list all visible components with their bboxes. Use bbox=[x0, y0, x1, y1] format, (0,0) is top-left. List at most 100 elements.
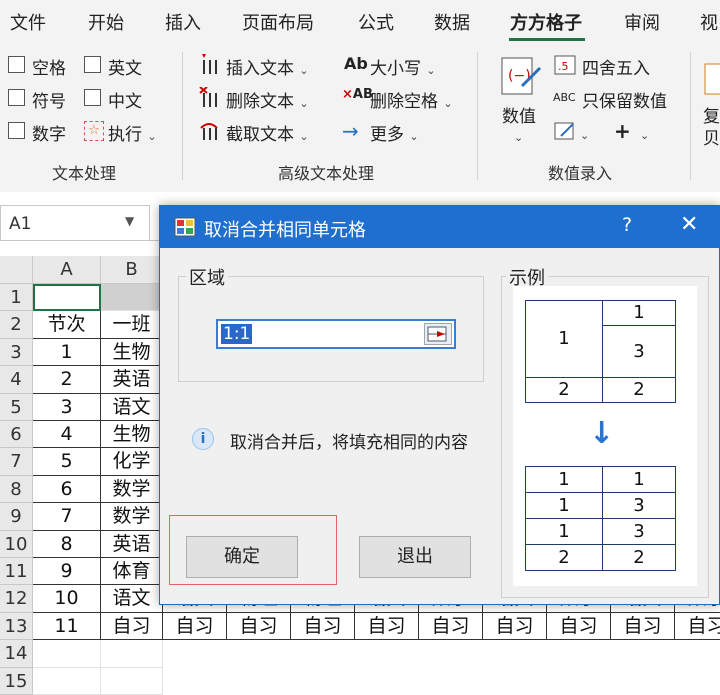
row-header-5[interactable]: 5 bbox=[0, 393, 33, 421]
edit-icon[interactable] bbox=[553, 120, 577, 142]
select-all-corner[interactable] bbox=[0, 256, 33, 284]
checkbox-english[interactable] bbox=[84, 56, 101, 73]
value-button[interactable]: 数值 bbox=[502, 102, 536, 127]
table-cell[interactable]: 化学 bbox=[101, 448, 163, 476]
table-cell[interactable]: 自习 bbox=[675, 613, 720, 641]
active-cell[interactable] bbox=[33, 284, 101, 312]
table-cell[interactable]: 生物 bbox=[101, 338, 163, 367]
table-cell[interactable]: 自习 bbox=[163, 612, 227, 641]
table-cell[interactable] bbox=[33, 667, 101, 695]
close-icon[interactable]: ✕ bbox=[680, 212, 698, 237]
table-cell[interactable] bbox=[101, 284, 163, 312]
table-cell[interactable]: 自习 bbox=[611, 612, 675, 641]
checkbox-symbol[interactable] bbox=[8, 89, 25, 106]
checkbox-number[interactable] bbox=[8, 122, 25, 139]
column-header-b[interactable]: B bbox=[101, 256, 163, 284]
column-header-a[interactable]: A bbox=[33, 256, 101, 284]
help-button[interactable]: ? bbox=[622, 214, 632, 236]
checkbox-symbol-label: 符号 bbox=[32, 92, 66, 112]
table-cell[interactable]: 10 bbox=[33, 585, 101, 613]
row-header-11[interactable]: 11 bbox=[0, 558, 33, 586]
table-cell[interactable]: 3 bbox=[33, 393, 101, 421]
tab-page-layout[interactable]: 页面布局 bbox=[242, 9, 314, 35]
checkbox-chinese[interactable] bbox=[84, 89, 101, 106]
tab-review[interactable]: 审阅 bbox=[624, 9, 660, 35]
dialog-title-bar[interactable]: 取消合并相同单元格 ? ✕ bbox=[160, 206, 719, 248]
row-header-13[interactable]: 13 bbox=[0, 612, 33, 641]
name-box[interactable]: A1 ▼ bbox=[0, 205, 150, 241]
table-cell[interactable]: 数学 bbox=[101, 503, 163, 531]
insert-text-button[interactable]: 插入文本 ⌄ bbox=[226, 54, 309, 79]
table-cell[interactable]: 自习 bbox=[291, 612, 355, 641]
range-input[interactable]: 1:1 bbox=[216, 319, 456, 349]
table-cell[interactable]: 语文 bbox=[101, 393, 163, 421]
row-header-4[interactable]: 4 bbox=[0, 366, 33, 394]
range-select-button[interactable] bbox=[424, 323, 452, 345]
checkbox-space-label: 空格 bbox=[32, 59, 66, 79]
table-cell[interactable]: 自习 bbox=[101, 612, 163, 641]
table-cell[interactable]: 4 bbox=[33, 421, 101, 449]
table-cell[interactable]: 自习 bbox=[483, 612, 547, 641]
tab-formulas[interactable]: 公式 bbox=[358, 9, 394, 35]
table-cell[interactable]: 2 bbox=[33, 366, 101, 394]
table-cell[interactable]: 英语 bbox=[101, 530, 163, 558]
table-cell[interactable]: 节次 bbox=[33, 311, 101, 339]
tab-fangfang[interactable]: 方方格子 bbox=[510, 9, 582, 35]
table-cell[interactable]: 自习 bbox=[419, 612, 483, 641]
row-header-10[interactable]: 10 bbox=[0, 530, 33, 558]
row-header-14[interactable]: 14 bbox=[0, 640, 33, 668]
extract-text-button[interactable]: 截取文本 ⌄ bbox=[226, 120, 309, 145]
example-after-cell: 1 bbox=[525, 518, 603, 545]
round-button[interactable]: 四舍五入 bbox=[582, 54, 650, 79]
table-cell[interactable]: 1 bbox=[33, 338, 101, 367]
table-cell[interactable] bbox=[33, 640, 101, 668]
tab-data[interactable]: 数据 bbox=[434, 9, 470, 35]
table-cell[interactable]: 自习 bbox=[355, 612, 419, 641]
tab-view[interactable]: 视 bbox=[700, 9, 718, 35]
more-button[interactable]: 更多 ⌄ bbox=[370, 120, 419, 145]
checkbox-space[interactable] bbox=[8, 56, 25, 73]
table-cell[interactable]: 8 bbox=[33, 530, 101, 558]
plus-chevron-icon[interactable]: ⌄ bbox=[640, 124, 649, 144]
edit-chevron-icon[interactable]: ⌄ bbox=[580, 124, 589, 144]
table-cell[interactable] bbox=[101, 640, 163, 668]
row-header-8[interactable]: 8 bbox=[0, 475, 33, 504]
table-cell[interactable]: 生物 bbox=[101, 421, 163, 449]
row-header-2[interactable]: 2 bbox=[0, 311, 33, 339]
table-cell[interactable]: 体育 bbox=[101, 558, 163, 586]
table-cell[interactable]: 数学 bbox=[101, 475, 163, 504]
ok-button[interactable]: 确定 bbox=[186, 536, 298, 578]
row-header-9[interactable]: 9 bbox=[0, 503, 33, 531]
row-header-1[interactable]: 1 bbox=[0, 284, 33, 312]
table-cell[interactable]: 9 bbox=[33, 558, 101, 586]
tab-home[interactable]: 开始 bbox=[88, 9, 124, 35]
keep-value-icon: ABC bbox=[553, 91, 576, 104]
table-cell[interactable] bbox=[101, 667, 163, 695]
tab-file[interactable]: 文件 bbox=[10, 9, 46, 35]
table-cell[interactable]: 一班 bbox=[101, 311, 163, 339]
delete-space-button[interactable]: 删除空格 ⌄ bbox=[370, 87, 453, 112]
value-chevron-icon[interactable]: ⌄ bbox=[514, 126, 523, 146]
tab-insert[interactable]: 插入 bbox=[165, 9, 201, 35]
plus-icon[interactable]: + bbox=[614, 119, 631, 143]
table-cell[interactable]: 5 bbox=[33, 448, 101, 476]
table-cell[interactable]: 6 bbox=[33, 475, 101, 504]
delete-text-button[interactable]: 删除文本 ⌄ bbox=[226, 87, 309, 112]
table-cell[interactable]: 11 bbox=[33, 612, 101, 641]
execute-button[interactable]: 执行 ⌄ bbox=[108, 120, 157, 145]
table-cell[interactable]: 英语 bbox=[101, 366, 163, 394]
chevron-down-icon[interactable]: ▼ bbox=[125, 214, 134, 228]
delete-text-icon bbox=[199, 87, 217, 107]
row-header-7[interactable]: 7 bbox=[0, 448, 33, 476]
table-cell[interactable]: 语文 bbox=[101, 585, 163, 613]
row-header-15[interactable]: 15 bbox=[0, 667, 33, 695]
row-header-6[interactable]: 6 bbox=[0, 421, 33, 449]
table-cell[interactable]: 7 bbox=[33, 503, 101, 531]
keep-value-button[interactable]: 只保留数值 bbox=[582, 87, 667, 112]
row-header-12[interactable]: 12 bbox=[0, 585, 33, 613]
case-button[interactable]: 大小写 ⌄ bbox=[370, 54, 436, 79]
exit-button[interactable]: 退出 bbox=[359, 536, 471, 578]
table-cell[interactable]: 自习 bbox=[547, 612, 611, 641]
table-cell[interactable]: 自习 bbox=[227, 612, 291, 641]
row-header-3[interactable]: 3 bbox=[0, 338, 33, 367]
